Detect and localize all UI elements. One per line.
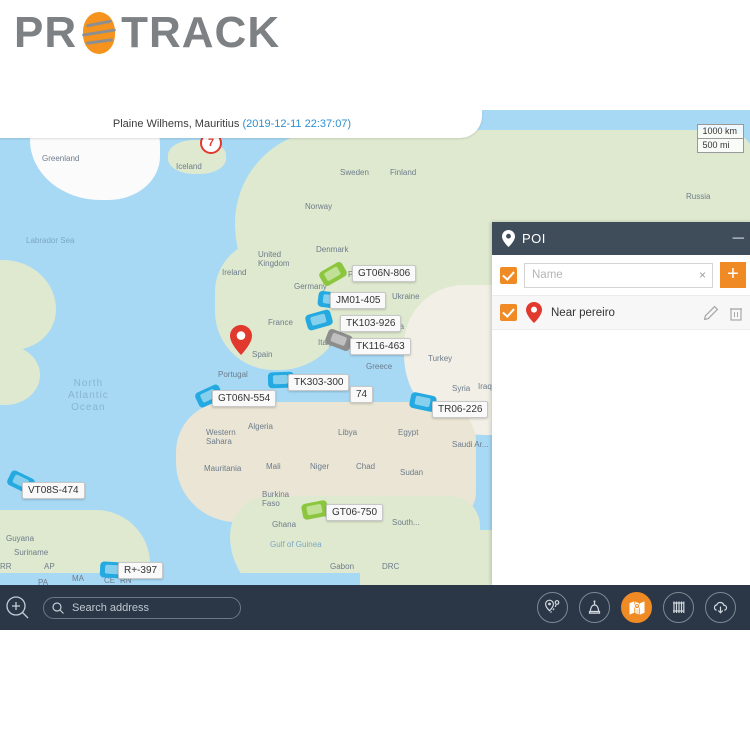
map-label: AP <box>44 562 55 571</box>
address-search-box[interactable] <box>43 596 241 619</box>
map-label: Mali <box>266 462 281 471</box>
map-label: Chad <box>356 462 376 471</box>
vehicle-tag[interactable]: TK303-300 <box>288 374 350 391</box>
map-label: Burkina Faso <box>262 490 290 508</box>
brand-header: PR TRACK <box>0 0 750 110</box>
map-label: Ghana <box>272 520 297 529</box>
map-label: Libya <box>338 428 358 437</box>
map-label: Sudan <box>400 468 424 477</box>
minimize-icon[interactable]: ─ <box>733 230 744 246</box>
poi-panel[interactable]: POI ─ × + Near pereiro <box>492 222 750 585</box>
map-label: Gulf of Guinea <box>270 540 322 549</box>
map-pin-icon <box>502 230 515 247</box>
map-label: Syria <box>452 384 471 393</box>
protrack-logo: PR TRACK <box>14 8 280 58</box>
globe-icon <box>78 12 120 54</box>
vehicle-tag[interactable]: TK103-926 <box>340 315 402 332</box>
poi-list-item[interactable]: Near pereiro <box>492 296 750 330</box>
vehicle-tag[interactable]: GT06N-554 <box>212 390 277 407</box>
map-label: Iceland <box>176 162 202 171</box>
scale-imperial: 500 mi <box>697 139 744 153</box>
map-label: France <box>268 318 293 327</box>
zoom-in-icon[interactable] <box>3 593 33 623</box>
map-label: Gabon <box>330 562 355 571</box>
map-fold-icon[interactable] <box>621 592 652 623</box>
vehicle-tag-partial[interactable]: 74 <box>350 386 374 403</box>
map-scale: 1000 km 500 mi <box>697 124 744 153</box>
vehicle-tag[interactable]: GT06N-806 <box>352 265 417 282</box>
location-tracking-icon[interactable] <box>537 592 568 623</box>
poi-name-field[interactable]: × <box>524 262 713 288</box>
scale-metric: 1000 km <box>697 124 744 139</box>
map-label: MA <box>72 574 84 583</box>
map-label: Suriname <box>14 548 49 557</box>
map-label: Niger <box>310 462 330 471</box>
vehicle-tag[interactable]: TR06-226 <box>432 401 489 418</box>
fence-grid-icon[interactable] <box>663 592 694 623</box>
map-label: Spain <box>252 350 273 359</box>
location-place: Plaine Wilhems, Mauritius <box>112 118 240 130</box>
bottom-toolbar[interactable] <box>0 585 750 630</box>
clear-icon[interactable]: × <box>699 268 706 282</box>
map-label: RR <box>0 562 12 571</box>
add-poi-button[interactable]: + <box>720 262 746 288</box>
map-label: Iraq <box>478 382 492 391</box>
vehicle-tag[interactable]: R+-397 <box>118 562 164 579</box>
location-timestamp: (2019-12-11 22:37:07) <box>242 118 352 130</box>
map-label: Germany <box>294 282 327 291</box>
map-label: Russia <box>686 192 711 201</box>
map-label: Greenland <box>42 154 80 163</box>
trash-icon[interactable] <box>728 305 744 321</box>
map-label: Mauritania <box>204 464 242 473</box>
map-ocean-strip <box>0 573 360 585</box>
poi-name-input[interactable] <box>525 263 712 287</box>
map-label: Finland <box>390 168 417 177</box>
logo-text-track: TRACK <box>121 8 281 57</box>
poi-item-name: Near pereiro <box>551 306 615 319</box>
map-label: Western Sahara <box>206 428 236 446</box>
vehicle-tag[interactable]: TK116-463 <box>350 338 411 355</box>
poi-panel-header: POI ─ <box>492 222 750 255</box>
poi-list[interactable]: Near pereiro <box>492 295 750 330</box>
cloud-download-icon[interactable] <box>705 592 736 623</box>
vehicle-tag[interactable]: VT08S-474 <box>22 482 85 499</box>
logo-text-pr: PR <box>14 8 78 57</box>
map-label: South... <box>392 518 420 527</box>
search-address-input[interactable] <box>70 600 232 615</box>
map-pin-icon <box>526 302 542 323</box>
poi-search-row[interactable]: × + <box>492 255 750 295</box>
map-label: Saudi Ar... <box>452 440 489 449</box>
poi-item-checkbox[interactable] <box>500 304 517 321</box>
map-label: Labrador Sea <box>26 236 75 245</box>
map-label: Algeria <box>248 422 273 431</box>
alarm-bell-icon[interactable] <box>579 592 610 623</box>
search-icon <box>52 601 64 614</box>
vehicle-tag[interactable]: GT06-750 <box>326 504 384 521</box>
map-label: Greece <box>366 362 393 371</box>
map-label: Denmark <box>316 245 349 254</box>
map-label: Portugal <box>218 370 248 379</box>
map-label: Sweden <box>340 168 369 177</box>
pencil-icon[interactable] <box>703 305 719 321</box>
location-header-bar: Plaine Wilhems, Mauritius (2019-12-11 22… <box>0 110 482 138</box>
map-label: Ireland <box>222 268 247 277</box>
vehicle-tag[interactable]: JM01-405 <box>330 292 387 309</box>
poi-select-all-checkbox[interactable] <box>500 266 517 284</box>
map-label: United Kingdom <box>258 250 290 268</box>
map-label: Ukraine <box>392 292 420 301</box>
poi-map-pin-icon[interactable] <box>230 325 252 355</box>
map-label: PA <box>38 578 49 585</box>
map-label: Norway <box>305 202 333 211</box>
map-label: Turkey <box>428 354 453 363</box>
map-label: DRC <box>382 562 400 571</box>
map-label: Guyana <box>6 534 35 543</box>
map-label: North Atlantic Ocean <box>68 378 109 413</box>
poi-panel-title: POI <box>522 231 546 246</box>
toolbar-icons[interactable] <box>537 592 750 623</box>
map-label: Egypt <box>398 428 419 437</box>
